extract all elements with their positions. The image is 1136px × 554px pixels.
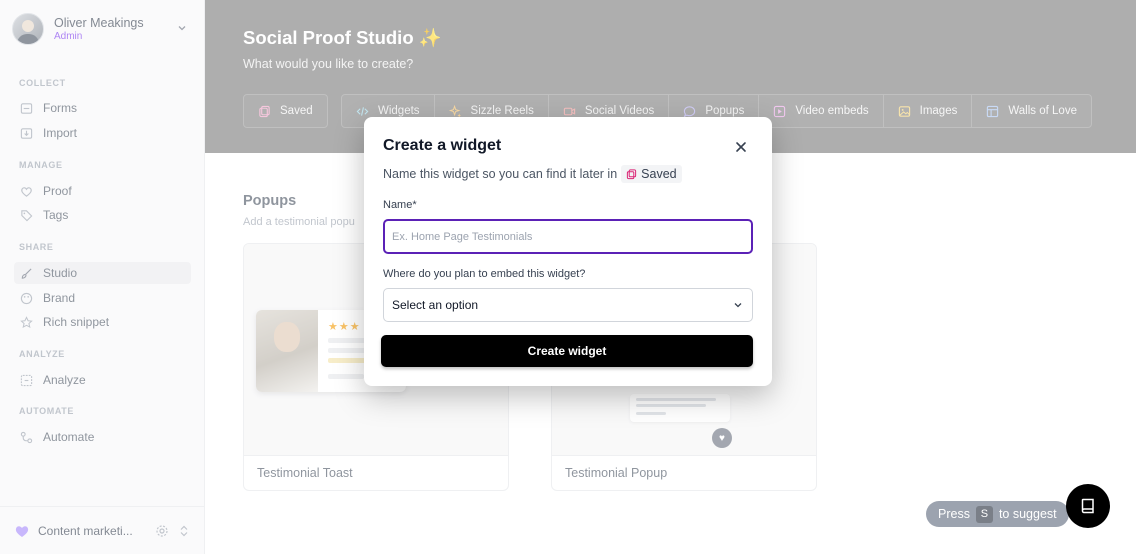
suggest-prefix: Press [938,507,970,521]
select-value: Select an option [392,298,479,312]
saved-chip-label: Saved [641,167,677,181]
suggest-hint: Press S to suggest [926,501,1069,527]
suggest-suffix: to suggest [998,507,1057,521]
create-widget-button[interactable]: Create widget [381,335,753,367]
copy-icon [627,168,637,179]
shortcut-key: S [975,505,993,523]
modal-subtitle: Name this widget so you can find it late… [383,165,682,183]
chevron-down-icon [734,303,742,308]
create-widget-modal: Create a widget Name this widget so you … [364,117,772,386]
embed-location-select[interactable]: Select an option [383,288,753,322]
widget-name-input[interactable] [383,219,753,254]
embed-field-label: Where do you plan to embed this widget? [383,268,586,280]
name-field-label: Name* [383,199,417,211]
modal-title: Create a widget [383,137,502,154]
help-button[interactable] [1066,484,1110,528]
saved-chip: Saved [621,165,682,183]
modal-subtitle-text: Name this widget so you can find it late… [383,167,618,181]
book-icon [1081,498,1094,514]
close-icon[interactable] [733,139,749,155]
